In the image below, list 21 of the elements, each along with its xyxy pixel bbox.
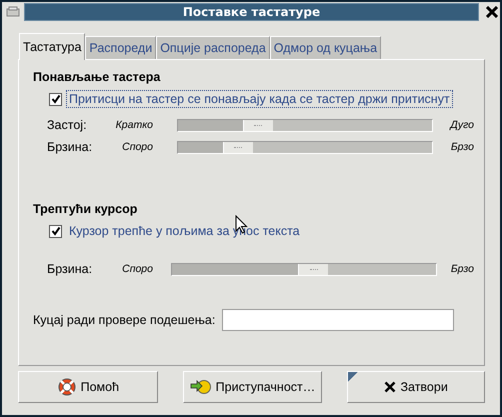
tab[interactable]: Распореди <box>85 36 156 59</box>
slider-label: Брзина: <box>47 140 94 154</box>
slider-max-label: Брзо <box>450 263 474 275</box>
dialog-button[interactable]: Затвори <box>347 371 485 403</box>
field-label: Куцај ради провере подешења: <box>33 313 216 327</box>
tab[interactable]: Опције распореда <box>156 36 270 59</box>
section-heading: Понављање тастера <box>33 70 162 84</box>
tab[interactable]: Одмор од куцања <box>270 36 382 59</box>
slider-label: Застој: <box>47 118 88 132</box>
checkbox-label[interactable]: Притисци на тастер се понављају када се тастер држи притиснут <box>66 90 453 108</box>
section-heading: Трептући курсор <box>33 202 138 216</box>
slider-min-label: Споро <box>121 141 153 153</box>
slider-min-label: Споро <box>121 263 153 275</box>
dialog-button[interactable]: Приступачност… <box>182 371 322 403</box>
slider-label: Брзина: <box>47 262 94 276</box>
dialog-button[interactable]: Помоћ <box>18 371 158 403</box>
slider-max-label: Дуго <box>450 119 474 131</box>
window-title: Поставке тастатуре <box>24 3 479 21</box>
slider-min-label: Кратко <box>114 119 153 131</box>
tab[interactable]: Тастатура <box>19 33 86 60</box>
slider-max-label: Брзо <box>450 141 474 153</box>
